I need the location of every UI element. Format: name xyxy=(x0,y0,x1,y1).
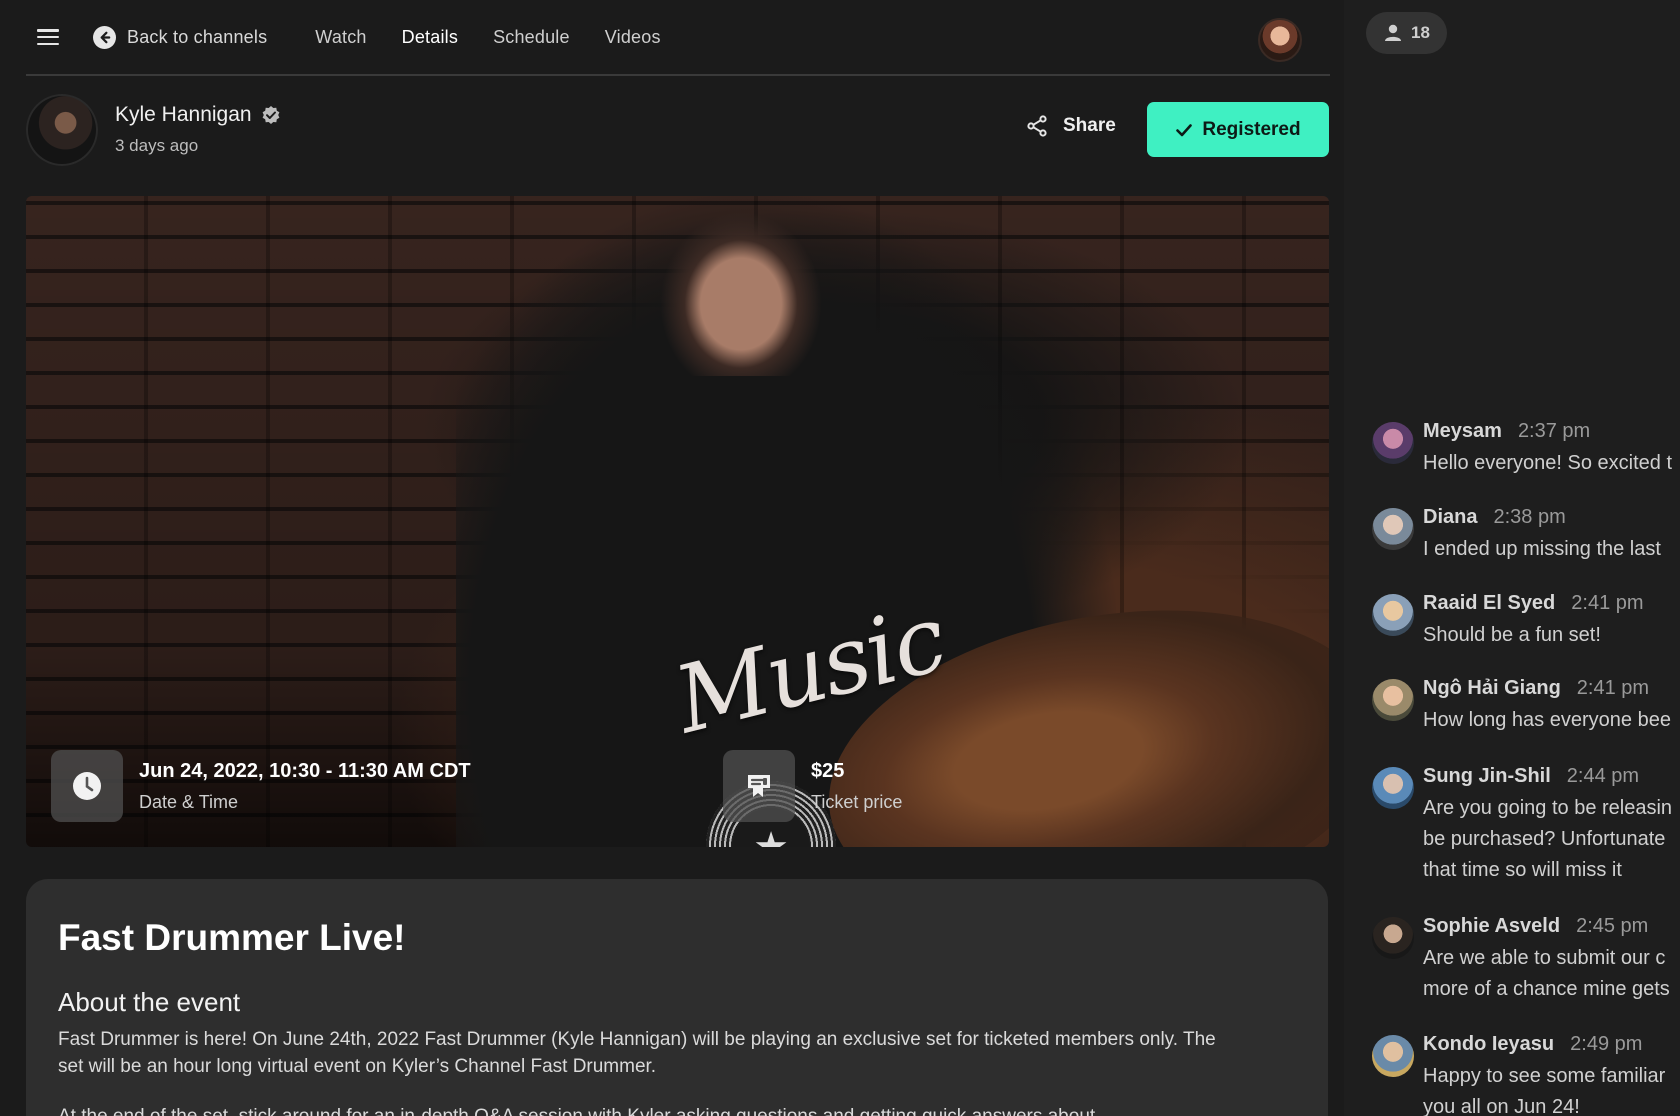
ticket-icon xyxy=(748,775,770,797)
chat-username[interactable]: Ngô Hải Giang xyxy=(1423,677,1561,699)
event-title: Fast Drummer Live! xyxy=(58,917,406,958)
main-column: Back to channels Watch Details Schedule … xyxy=(0,0,1344,1116)
posted-time: 3 days ago xyxy=(115,136,199,155)
chat-text: Are we able to submit our c more of a ch… xyxy=(1423,947,1670,1000)
datetime-chip: Jun 24, 2022, 10:30 - 11:30 AM CDT Date … xyxy=(51,750,471,822)
share-label: Share xyxy=(1063,115,1116,136)
about-heading: About the event xyxy=(58,987,241,1017)
chat-username[interactable]: Sung Jin-Shil xyxy=(1423,765,1551,787)
avatar[interactable] xyxy=(1372,767,1414,809)
creator-name[interactable]: Kyle Hannigan xyxy=(115,103,252,127)
chat-username[interactable]: Diana xyxy=(1423,506,1477,528)
chat-timestamp: 2:41 pm xyxy=(1571,592,1644,614)
tab-videos[interactable]: Videos xyxy=(605,27,661,48)
ticket-icon-box xyxy=(723,750,795,822)
tab-schedule[interactable]: Schedule xyxy=(493,27,570,48)
chat-text: Are you going to be releasin be purchase… xyxy=(1423,797,1673,881)
avatar[interactable] xyxy=(1372,1035,1414,1077)
ticket-price-chip: $25 Ticket price xyxy=(723,750,902,822)
chat-username[interactable]: Raaid El Syed xyxy=(1423,592,1555,614)
chat-text: Should be a fun set! xyxy=(1423,624,1601,646)
top-navigation: Back to channels Watch Details Schedule … xyxy=(26,0,1330,76)
registered-label: Registered xyxy=(1202,118,1301,140)
creator-row: Kyle Hannigan 3 days ago Share Registere… xyxy=(26,94,1330,170)
about-body-continued: At the end of the set, stick around for … xyxy=(58,1103,1238,1116)
back-to-channels-label: Back to channels xyxy=(127,26,268,47)
user-icon xyxy=(1385,24,1402,41)
avatar[interactable] xyxy=(1372,594,1414,636)
chat-text: I ended up missing the last xyxy=(1423,538,1661,560)
drummer-head xyxy=(646,196,836,376)
ticket-price-label: Ticket price xyxy=(811,791,903,812)
avatar[interactable] xyxy=(1372,917,1414,959)
chat-panel: 18 Meysam 2:37 pm Hello everyone! So exci… xyxy=(1344,0,1680,1116)
event-hero-image: ★ Music Jun 24, 2022, 10:30 - 11:30 AM C… xyxy=(26,196,1329,847)
chat-username[interactable]: Kondo Ieyasu xyxy=(1423,1033,1554,1055)
chat-text: How long has everyone bee xyxy=(1423,709,1671,731)
event-datetime: Jun 24, 2022, 10:30 - 11:30 AM CDT xyxy=(139,759,471,782)
creator-name-row: Kyle Hannigan xyxy=(115,103,281,127)
user-avatar[interactable] xyxy=(1258,18,1302,62)
clock-icon-box xyxy=(51,750,123,822)
creator-avatar[interactable] xyxy=(26,94,98,166)
chat-timestamp: 2:49 pm xyxy=(1570,1033,1643,1055)
chat-timestamp: 2:44 pm xyxy=(1566,765,1640,787)
verified-icon xyxy=(262,106,279,124)
menu-icon[interactable] xyxy=(37,29,59,45)
event-details-card: Fast Drummer Live! About the event Fast … xyxy=(26,879,1328,1116)
share-icon xyxy=(1027,115,1047,137)
chat-timestamp: 2:38 pm xyxy=(1493,506,1566,528)
avatar[interactable] xyxy=(1372,679,1414,721)
chat-text: Hello everyone! So excited t xyxy=(1423,452,1673,474)
back-to-channels-link[interactable]: Back to channels xyxy=(93,25,268,49)
viewer-count: 18 xyxy=(1411,23,1430,42)
nav-tabs: Watch Details Schedule Videos xyxy=(315,27,695,48)
tab-details[interactable]: Details xyxy=(402,27,458,48)
clock-icon xyxy=(73,772,101,800)
viewer-count-pill[interactable]: 18 xyxy=(1366,12,1447,54)
registered-button[interactable]: Registered xyxy=(1147,102,1329,157)
back-arrow-icon xyxy=(93,25,116,49)
check-icon xyxy=(1176,123,1193,136)
datetime-label: Date & Time xyxy=(139,791,239,812)
tab-watch[interactable]: Watch xyxy=(315,27,366,48)
chat-timestamp: 2:45 pm xyxy=(1576,915,1649,937)
chat-timestamp: 2:41 pm xyxy=(1576,677,1650,699)
avatar[interactable] xyxy=(1372,422,1414,464)
chat-username[interactable]: Meysam xyxy=(1423,420,1502,442)
avatar[interactable] xyxy=(1372,508,1414,550)
share-button[interactable]: Share xyxy=(1025,114,1116,138)
chat-timestamp: 2:37 pm xyxy=(1517,420,1591,442)
ticket-price: $25 xyxy=(811,759,845,782)
chat-text: Happy to see some familiar you all on Ju… xyxy=(1423,1065,1666,1116)
about-body: Fast Drummer is here! On June 24th, 2022… xyxy=(58,1029,1216,1077)
chat-username[interactable]: Sophie Asveld xyxy=(1423,915,1560,937)
